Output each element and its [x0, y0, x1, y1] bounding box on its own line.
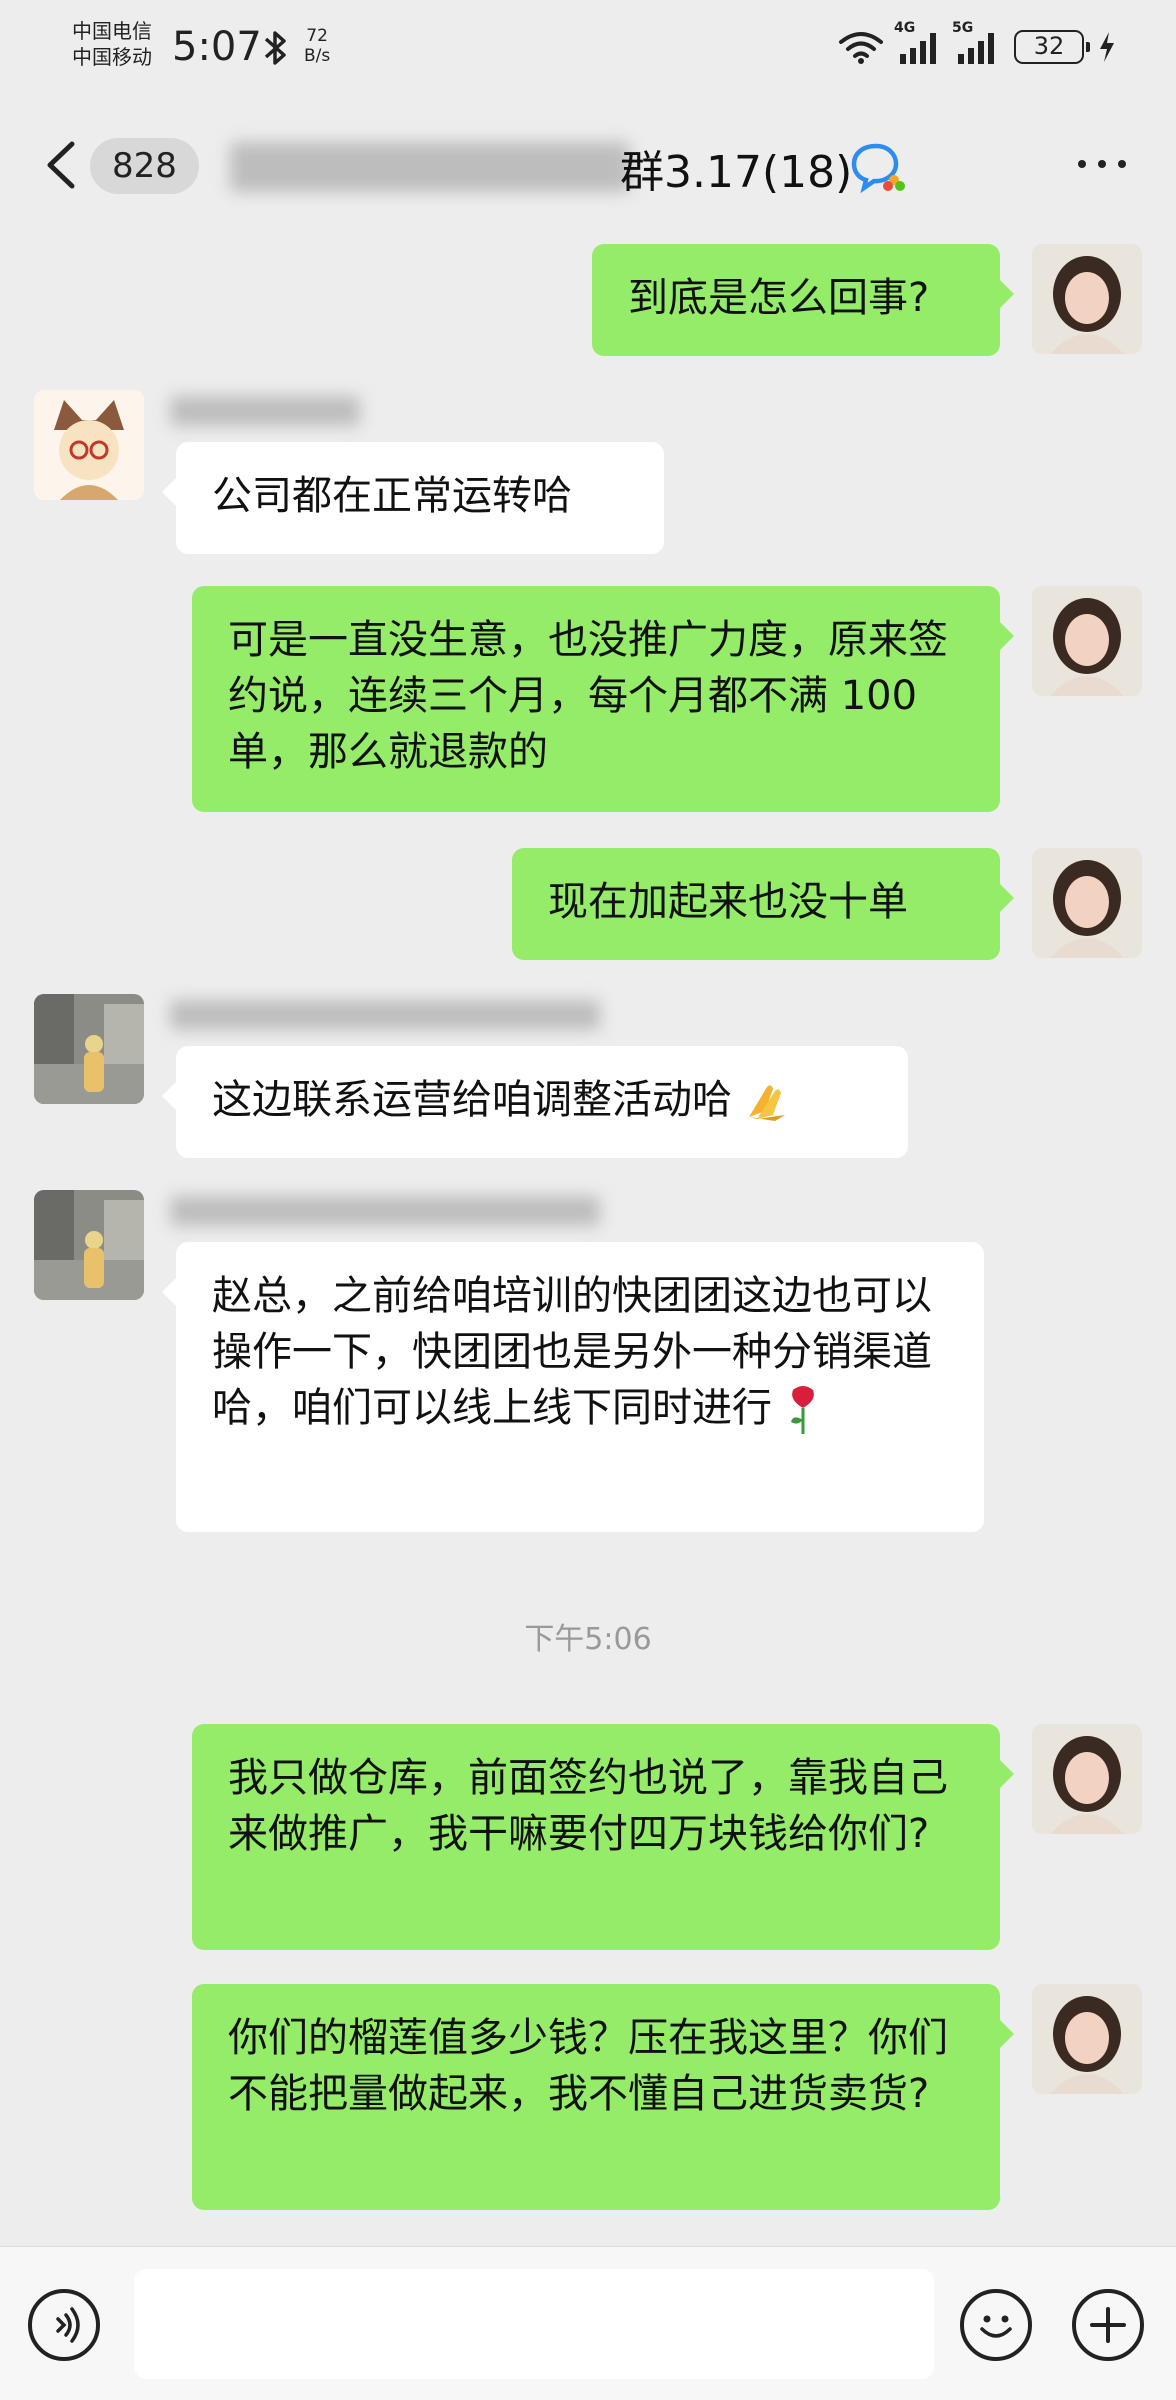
carrier-2: 中国移动	[72, 45, 152, 69]
wifi-icon	[839, 32, 883, 64]
message-bubble[interactable]: 你们的榴莲值多少钱？压在我这里？你们不能把量做起来，我不懂自己进货卖货?	[192, 1984, 1014, 2210]
input-bar	[0, 2246, 1176, 2400]
plus-icon[interactable]	[1072, 2289, 1144, 2361]
my-avatar[interactable]	[1032, 1984, 1142, 2094]
message-timestamp: 下午5:06	[524, 1622, 652, 1657]
message-bubble[interactable]: 我只做仓库，前面签约也说了，靠我自己来做推广，我干嘛要付四万块钱给你们?	[192, 1724, 1014, 1950]
unread-count-badge[interactable]: 828	[90, 138, 199, 194]
redacted-sender-name	[170, 396, 360, 426]
message-input[interactable]	[134, 2269, 934, 2379]
praying-hands-emoji	[748, 1085, 785, 1121]
message-bubble[interactable]: 可是一直没生意，也没推广力度，原来签约说，连续三个月，每个月都不满 100 单，…	[192, 586, 1014, 812]
message-bubble[interactable]: 这边联系运营给咱调整活动哈	[162, 1046, 908, 1158]
sender-avatar[interactable]	[34, 994, 144, 1104]
status-bar: 中国电信 中国移动 5:07 72 B/s 4G 5G 32	[0, 0, 1176, 100]
chat-header: 828 群3.17(18)	[0, 100, 1176, 230]
sender-avatar[interactable]	[34, 390, 144, 500]
signal-strength-2-icon: 5G	[952, 20, 1000, 64]
signal-strength-1-icon: 4G	[894, 20, 942, 64]
status-time: 5:07	[172, 24, 262, 70]
emoji-icon[interactable]	[960, 2289, 1032, 2361]
redacted-title	[230, 142, 630, 192]
rose-emoji	[790, 1386, 814, 1434]
message-bubble[interactable]: 到底是怎么回事?	[592, 244, 1014, 356]
sender-avatar[interactable]	[34, 1190, 144, 1300]
message-bubble[interactable]: 现在加起来也没十单	[512, 848, 1014, 960]
network-speed: 72 B/s	[304, 26, 331, 66]
my-avatar[interactable]	[1032, 1724, 1142, 1834]
chat-title: 群3.17(18)	[620, 147, 853, 198]
battery-icon: 32	[1014, 30, 1090, 64]
my-avatar[interactable]	[1032, 848, 1142, 958]
group-chat-icon	[851, 143, 905, 194]
my-avatar[interactable]	[1032, 244, 1142, 354]
more-dots-icon[interactable]	[1078, 160, 1126, 168]
carrier-1: 中国电信	[72, 19, 152, 43]
voice-icon[interactable]	[28, 2289, 100, 2361]
redacted-sender-name	[170, 1196, 600, 1226]
message-bubble[interactable]: 公司都在正常运转哈	[162, 442, 664, 554]
redacted-sender-name	[170, 1000, 600, 1030]
charging-icon	[1100, 32, 1114, 62]
carrier-info: 中国电信 中国移动	[72, 18, 152, 70]
bluetooth-icon	[264, 31, 286, 65]
my-avatar[interactable]	[1032, 586, 1142, 696]
message-bubble[interactable]: 赵总，之前给咱培训的快团团这边也可以操作一下，快团团也是另外一种分销渠道哈，咱们…	[162, 1242, 984, 1532]
status-indicators: 4G 5G 32	[838, 20, 1116, 64]
chevron-left-icon[interactable]	[44, 140, 78, 190]
